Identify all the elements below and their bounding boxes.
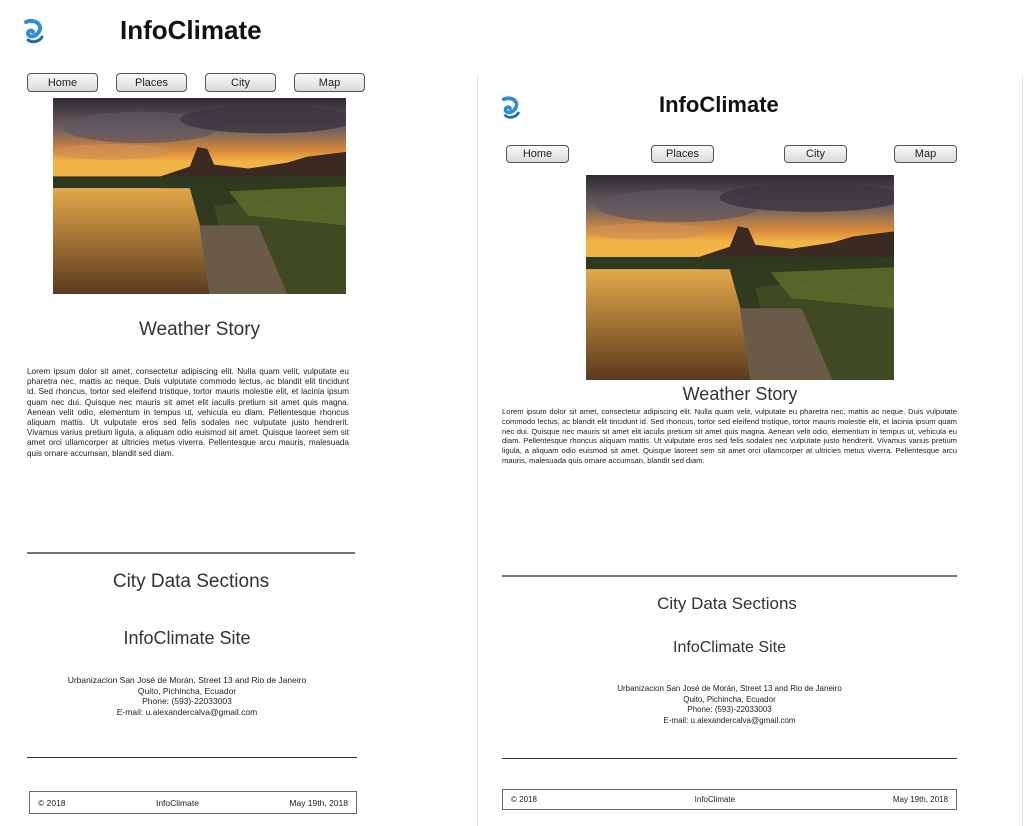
nav-places-button[interactable]: Places [116,73,187,92]
swirl-logo-icon [24,19,44,44]
site-title: InfoClimate [659,92,779,117]
footer-bar: © 2018 InfoClimate May 19th, 2018 [502,789,957,810]
weather-story-heading: Weather Story [682,384,798,404]
footer-divider [27,757,357,758]
hero-landscape-image [586,175,894,380]
city-data-heading: City Data Sections [112,571,270,592]
address-line: Urbanizacion San José de Morán, Street 1… [617,684,842,693]
site-info-heading: InfoClimate Site [673,639,786,656]
nav-map-button[interactable]: Map [894,145,957,163]
footer-date: May 19th, 2018 [289,797,348,808]
email-line: E-mail: u.alexandercalva@gmail.com [663,715,796,725]
nav-city-button[interactable]: City [784,145,847,163]
hero-landscape-image [53,98,346,294]
phone-line: Phone: (593)-22033003 [142,696,232,706]
nav-places-button[interactable]: Places [651,145,714,163]
site-title: InfoClimate [120,15,262,45]
site-address-block: Urbanizacion San José de Morán, Street 1… [27,675,347,717]
site-info-heading: InfoClimate Site [123,628,251,648]
footer-date: May 19th, 2018 [892,795,948,804]
email-line: E-mail: u.alexandercalva@gmail.com [116,706,258,717]
nav-city-button[interactable]: City [205,73,276,92]
weather-story-text: Lorem ipsum dolor sit amet, consectetur … [27,367,349,458]
section-divider [27,552,355,554]
footer-divider [502,758,957,759]
site-address-block: Urbanizacion San José de Morán, Street 1… [502,684,957,726]
city-line: Quito, Pichincha, Ecuador [683,694,776,704]
weather-story-text: Lorem ipsum dolor sit amet, consectetur … [502,407,957,465]
footer-copyright: © 2018 [511,795,537,804]
city-data-heading: City Data Sections [657,594,797,613]
footer-brand: InfoClimate [694,795,736,804]
section-divider [502,575,957,577]
phone-line: Phone: (593)-22033003 [687,705,772,714]
footer-brand: InfoClimate [155,797,199,808]
right-edge-line [1022,76,1023,826]
mockup-separator [477,76,478,826]
city-line: Quito, Pichincha, Ecuador [137,685,237,696]
swirl-logo-icon [501,96,520,119]
address-line: Urbanizacion San José de Morán, Street 1… [67,675,307,685]
nav-home-button[interactable]: Home [506,145,569,163]
weather-story-heading: Weather Story [138,319,261,340]
nav-map-button[interactable]: Map [294,73,365,92]
footer-copyright: © 2018 [38,797,66,808]
nav-home-button[interactable]: Home [27,73,98,92]
footer-bar: © 2018 InfoClimate May 19th, 2018 [29,791,357,814]
